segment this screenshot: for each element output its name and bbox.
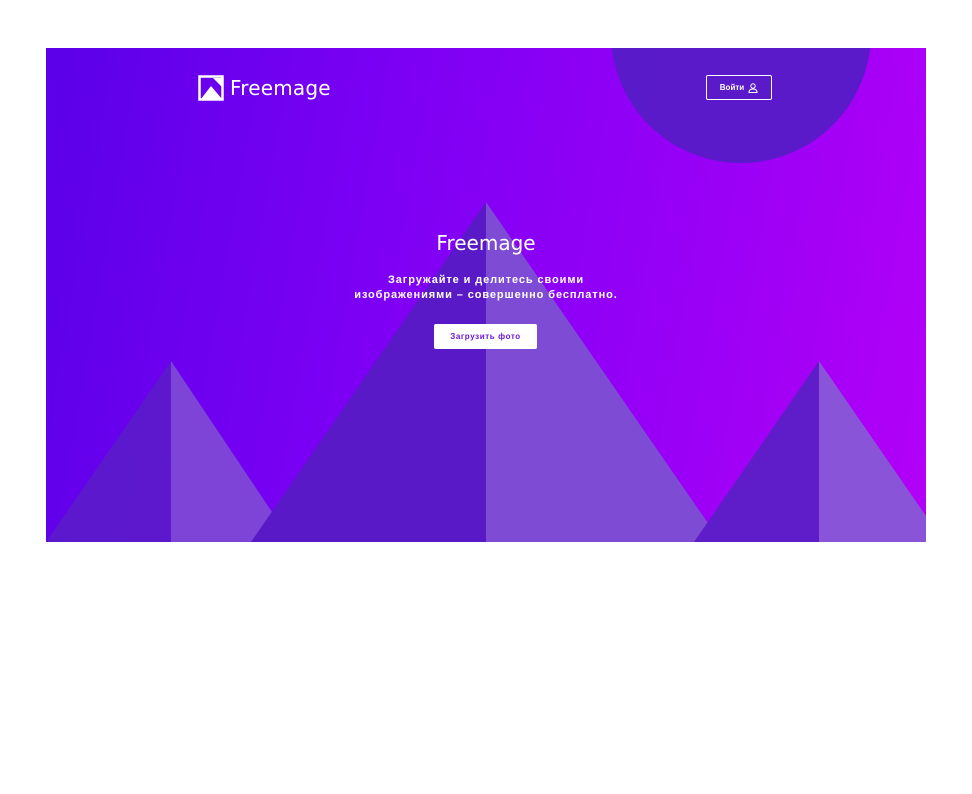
brand-logo-link[interactable]: Freemage: [198, 75, 331, 101]
left-pyramid-light: [171, 361, 276, 542]
login-label: Войти: [719, 83, 745, 92]
hero-subtitle: Загружайте и делитесь своими изображения…: [46, 273, 926, 303]
brand-name: Freemage: [230, 76, 331, 100]
hero-banner: Freemage Войти Freemage Загружайте и дел…: [46, 48, 926, 542]
left-pyramid-dark: [46, 361, 171, 542]
decorative-circle: [611, 48, 871, 163]
hero-subtitle-line-2: изображениями – совершенно бесплатно.: [354, 289, 618, 301]
upload-photo-button[interactable]: Загрузить фото: [434, 324, 537, 349]
hero-title: Freemage: [436, 231, 536, 255]
login-button[interactable]: Войти: [706, 75, 772, 100]
hero-subtitle-line-1: Загружайте и делитесь своими: [387, 274, 585, 286]
right-pyramid-dark: [694, 361, 819, 542]
user-icon: [748, 82, 758, 93]
right-pyramid-light: [819, 361, 926, 542]
image-logo-icon: [198, 75, 224, 101]
